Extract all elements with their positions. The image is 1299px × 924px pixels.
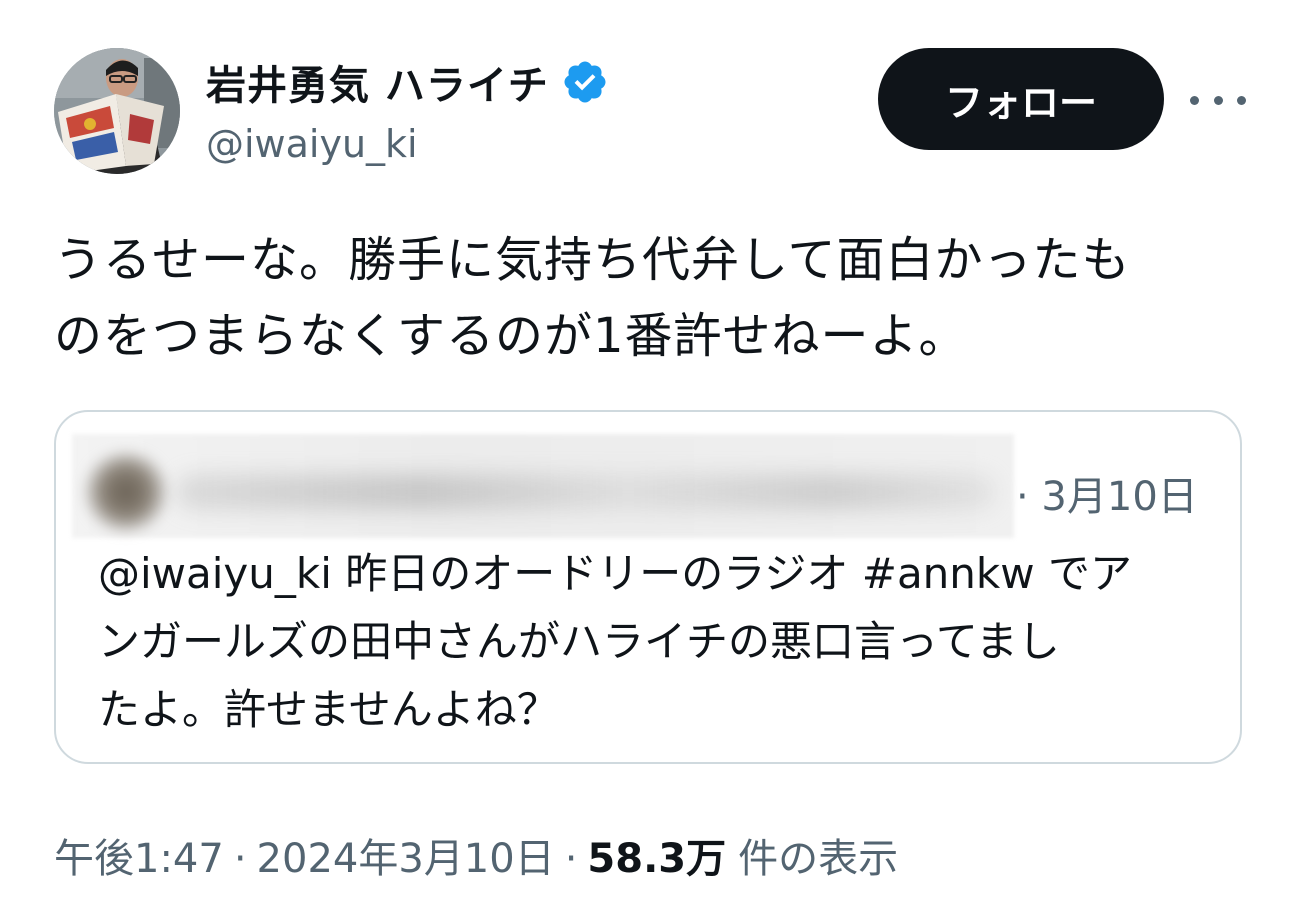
quoted-text-line: ンガールズの田中さんがハライチの悪口言ってまし: [98, 617, 1060, 666]
more-dot: [1190, 95, 1199, 105]
tweet-text: うるせーな。勝手に気持ち代弁して面白かったも のをつまらなくするのが1番許せねー…: [54, 222, 1244, 374]
meta-separator: ·: [564, 836, 578, 882]
author-handle[interactable]: @iwaiyu_ki: [206, 122, 418, 166]
tweet-meta: 午後1:47 · 2024年3月10日 · 58.3万 件の表示: [54, 826, 898, 884]
quoted-text-line: たよ。許せませんよね？: [98, 685, 559, 734]
quoted-tweet-text: @iwaiyu_ki 昨日のオードリーのラジオ #annkw でア ンガールズの…: [98, 540, 1218, 744]
quoted-tweet-date[interactable]: · 3月10日: [1016, 464, 1198, 522]
meta-separator: ·: [233, 836, 247, 882]
quoted-author-avatar-blurred: [84, 452, 168, 532]
tweet-time[interactable]: 午後1:47: [54, 826, 224, 884]
quoted-author-name-blurred: [176, 474, 996, 510]
tweet-card: 岩井勇気 ハライチ @iwaiyu_ki フォロー うるせーな。勝手に気持ち代弁…: [0, 0, 1299, 924]
views-label: 件の表示: [738, 836, 899, 882]
tweet-date[interactable]: 2024年3月10日: [257, 826, 555, 884]
quoted-tweet-card[interactable]: · 3月10日 @iwaiyu_ki 昨日のオードリーのラジオ #annkw で…: [54, 410, 1242, 764]
tweet-text-line: うるせーな。勝手に気持ち代弁して面白かったも: [54, 232, 1131, 288]
more-dot: [1237, 95, 1246, 105]
display-name-row[interactable]: 岩井勇気 ハライチ: [206, 52, 609, 112]
author-avatar[interactable]: [54, 48, 180, 174]
more-dot: [1213, 95, 1223, 105]
verified-badge-icon: [561, 58, 609, 106]
tweet-text-line: のをつまらなくするのが1番許せねーよ。: [54, 308, 968, 364]
quoted-text-line: @iwaiyu_ki 昨日のオードリーのラジオ #annkw でア: [98, 549, 1132, 598]
follow-button[interactable]: フォロー: [878, 48, 1164, 150]
display-name[interactable]: 岩井勇気 ハライチ: [206, 53, 549, 111]
author-avatar-image: [54, 48, 180, 174]
views-count: 58.3万: [587, 836, 727, 882]
more-dots-icon[interactable]: [1190, 80, 1246, 120]
